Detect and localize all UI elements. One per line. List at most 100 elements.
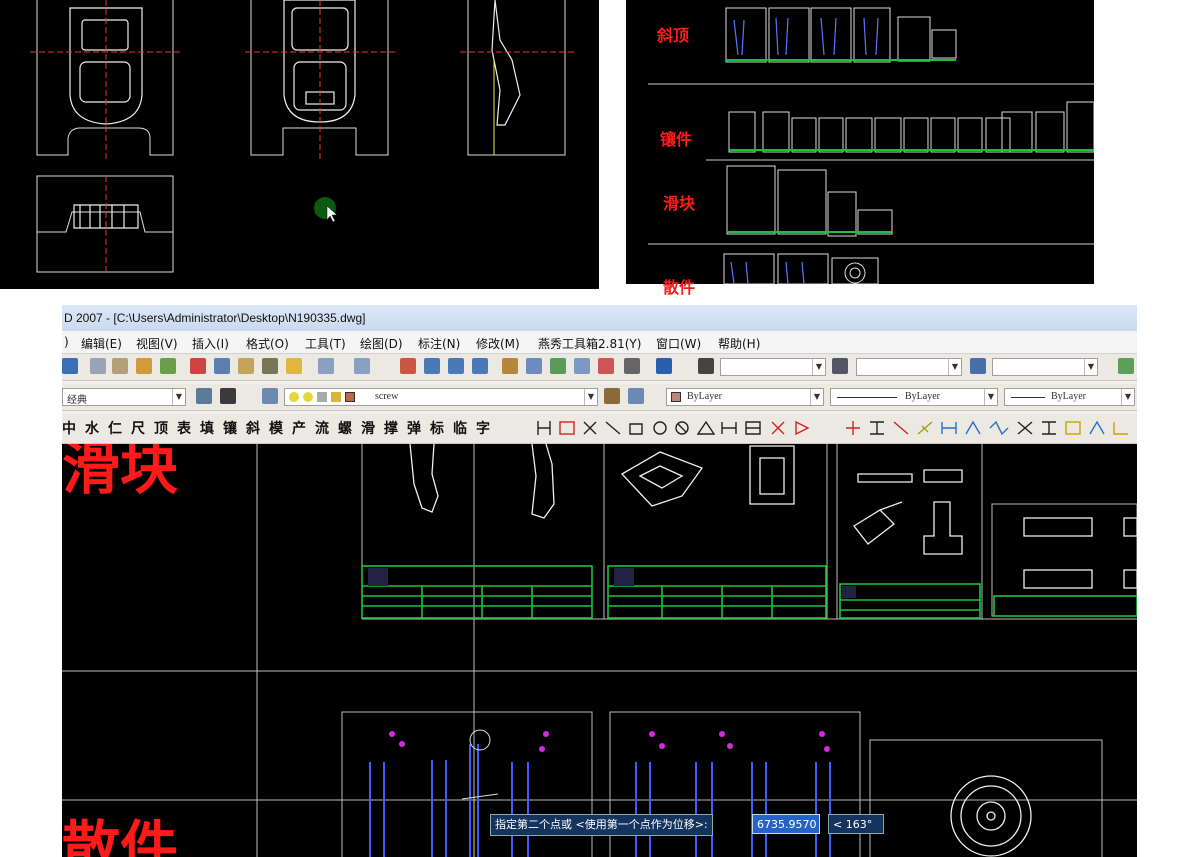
yanxiu-toolbar: 中 水 仁 尺 顶 表 填 镶 斜 模 产 流 螺 滑 撑 弹 标 临 字 xyxy=(62,414,1137,444)
layers-toolbar: 经典 ▼ scrеw ▼ ByLayer ▼ ByLayer ▼ ByLayer ▼ xyxy=(62,384,1137,411)
undo-icon[interactable] xyxy=(318,358,334,374)
lineweight-combo[interactable]: ByLayer ▼ xyxy=(1004,388,1135,406)
paste-icon[interactable] xyxy=(238,358,254,374)
cad-drawing-top-left xyxy=(0,0,599,289)
tool-char-text[interactable]: 字 xyxy=(476,418,490,438)
menu-draw[interactable]: 绘图(D) xyxy=(360,335,403,352)
workspace-save-icon[interactable] xyxy=(220,388,236,404)
properties-icon[interactable] xyxy=(502,358,518,374)
menu-tools[interactable]: 工具(T) xyxy=(305,335,346,352)
tool-char-support[interactable]: 撑 xyxy=(384,418,398,438)
label-loose-parts: 散件 xyxy=(663,278,696,297)
menu-file[interactable]: ) xyxy=(64,335,69,349)
help-icon[interactable] xyxy=(656,358,672,374)
menu-window[interactable]: 窗口(W) xyxy=(656,335,701,352)
dim-style-icon[interactable] xyxy=(832,358,848,374)
workspace-settings-icon[interactable] xyxy=(196,388,212,404)
parts-catalog-drawing xyxy=(648,7,1094,284)
layer-lock-icon xyxy=(317,392,327,402)
part-views-drawing xyxy=(30,0,575,275)
autocad-window: D 2007 - [C:\Users\Administrator\Desktop… xyxy=(62,305,1137,857)
make-object-layer-current-icon[interactable] xyxy=(604,388,620,404)
layer-plot-icon xyxy=(331,392,341,402)
tool-char-screw[interactable]: 螺 xyxy=(338,418,352,438)
tool-char-insert[interactable]: 镶 xyxy=(223,418,237,438)
menu-yanxiu-toolbox[interactable]: 燕秀工具箱2.81(Y) xyxy=(538,335,641,352)
command-prompt: 指定第二个点或 <使用第一个点作为位移>: xyxy=(490,814,713,836)
layer-previous-icon[interactable] xyxy=(628,388,644,404)
match-properties-icon[interactable] xyxy=(262,358,278,374)
tool-char-ren[interactable]: 仁 xyxy=(108,418,122,438)
design-center-icon[interactable] xyxy=(526,358,542,374)
plot-preview-icon[interactable] xyxy=(112,358,128,374)
layer-color-icon xyxy=(345,392,355,402)
draw-tools-icons[interactable] xyxy=(842,418,1137,438)
mold-tools-icons[interactable] xyxy=(532,418,832,438)
cad-drawing-top-right: 斜顶 镶件 滑块 散件 xyxy=(626,0,1094,297)
layer-thaw-icon xyxy=(303,392,313,402)
tool-char-lifter[interactable]: 斜 xyxy=(246,418,260,438)
table-style-icon[interactable] xyxy=(970,358,986,374)
linetype-combo[interactable]: ByLayer ▼ xyxy=(830,388,998,406)
publish-icon[interactable] xyxy=(136,358,152,374)
label-insert: 镶件 xyxy=(660,130,693,149)
tool-palettes-icon[interactable] xyxy=(550,358,566,374)
color-combo[interactable]: ByLayer ▼ xyxy=(666,388,824,406)
sheet-set-icon[interactable] xyxy=(574,358,590,374)
tool-char-product[interactable]: 产 xyxy=(292,418,306,438)
tool-char-mold[interactable]: 模 xyxy=(269,418,283,438)
zoom-previous-icon[interactable] xyxy=(472,358,488,374)
menu-modify[interactable]: 修改(M) xyxy=(476,335,520,352)
layer-combo[interactable]: scrеw ▼ xyxy=(284,388,598,406)
3d-dwf-icon[interactable] xyxy=(160,358,176,374)
tool-char-table[interactable]: 表 xyxy=(177,418,191,438)
distance-input[interactable]: 6735.9570 xyxy=(752,814,820,834)
standard-toolbar: ▼ ▼ ▼ xyxy=(62,354,1137,381)
menu-view[interactable]: 视图(V) xyxy=(136,335,178,352)
dim-style-combo[interactable]: ▼ xyxy=(856,358,962,376)
label-angled-lifter: 斜顶 xyxy=(657,26,690,45)
tool-char-mark[interactable]: 标 xyxy=(430,418,444,438)
menu-format[interactable]: 格式(O) xyxy=(246,335,289,352)
pan-icon[interactable] xyxy=(400,358,416,374)
text-style-combo[interactable]: ▼ xyxy=(720,358,826,376)
save-icon[interactable] xyxy=(62,358,78,374)
tool-char-fill[interactable]: 填 xyxy=(200,418,214,438)
angle-input[interactable]: < 163° xyxy=(828,814,884,834)
linetype-sample-icon xyxy=(837,397,897,398)
title-bar: D 2007 - [C:\Users\Administrator\Desktop… xyxy=(62,305,1137,332)
print-icon[interactable] xyxy=(90,358,106,374)
tool-char-dimension[interactable]: 尺 xyxy=(131,418,145,438)
label-slider: 滑块 xyxy=(663,194,696,213)
window-title: D 2007 - [C:\Users\Administrator\Desktop… xyxy=(64,311,366,325)
tool-char-ejector[interactable]: 顶 xyxy=(154,418,168,438)
menu-edit[interactable]: 编辑(E) xyxy=(81,335,122,352)
layer-manager-icon[interactable] xyxy=(262,388,278,404)
text-style-icon[interactable] xyxy=(698,358,714,374)
tool-char-temp[interactable]: 临 xyxy=(453,418,467,438)
zoom-window-icon[interactable] xyxy=(448,358,464,374)
menu-insert[interactable]: 插入(I) xyxy=(192,335,229,352)
menu-dimension[interactable]: 标注(N) xyxy=(418,335,460,352)
tool-char-water[interactable]: 水 xyxy=(85,418,99,438)
tool-char-center[interactable]: 中 xyxy=(62,418,76,438)
zoom-realtime-icon[interactable] xyxy=(424,358,440,374)
label-slider-large: 滑块 xyxy=(62,444,179,502)
tool-char-runner[interactable]: 流 xyxy=(315,418,329,438)
color-swatch-icon xyxy=(671,392,681,402)
table-style-combo[interactable]: ▼ xyxy=(992,358,1098,376)
markup-icon[interactable] xyxy=(598,358,614,374)
label-loose-parts-large: 散件 xyxy=(62,814,179,857)
tool-char-slider[interactable]: 滑 xyxy=(361,418,375,438)
refresh-icon[interactable] xyxy=(1118,358,1134,374)
workspace-combo[interactable]: 经典 ▼ xyxy=(62,388,186,406)
drawing-canvas[interactable]: 滑块 散件 xyxy=(62,444,1137,857)
block-editor-icon[interactable] xyxy=(286,358,302,374)
redo-icon[interactable] xyxy=(354,358,370,374)
tool-char-spring[interactable]: 弹 xyxy=(407,418,421,438)
menu-help[interactable]: 帮助(H) xyxy=(718,335,760,352)
calculator-icon[interactable] xyxy=(624,358,640,374)
copy-icon[interactable] xyxy=(214,358,230,374)
menu-bar: ) 编辑(E) 视图(V) 插入(I) 格式(O) 工具(T) 绘图(D) 标注… xyxy=(62,331,1137,354)
cut-icon[interactable] xyxy=(190,358,206,374)
